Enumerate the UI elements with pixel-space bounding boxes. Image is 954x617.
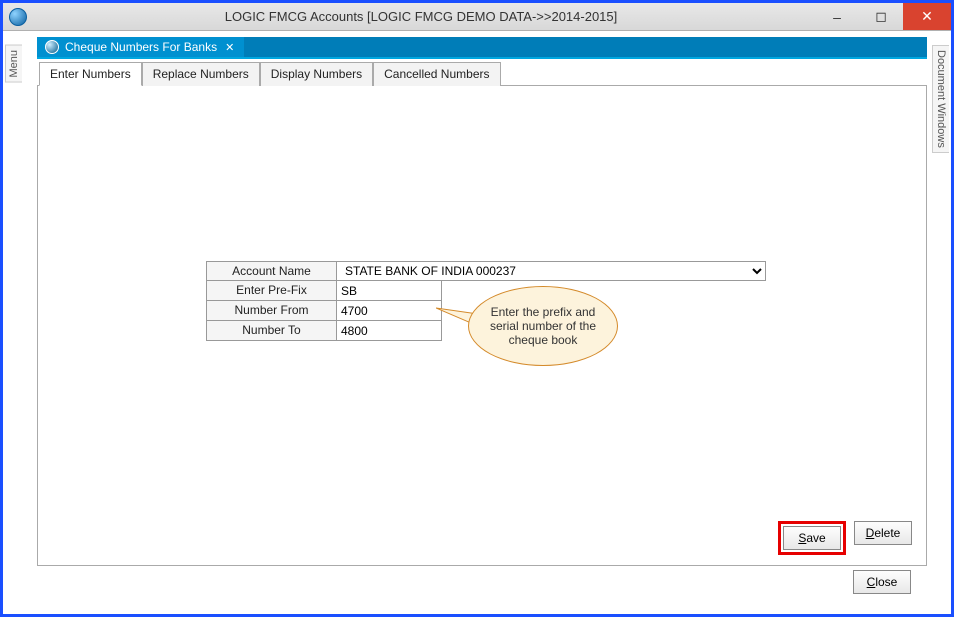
- document-tab-bar: Cheque Numbers For Banks ✕: [37, 37, 927, 59]
- number-from-input[interactable]: [336, 301, 442, 321]
- tab-replace-numbers[interactable]: Replace Numbers: [142, 62, 260, 86]
- tab-cancelled-numbers[interactable]: Cancelled Numbers: [373, 62, 500, 86]
- tab-enter-numbers[interactable]: Enter Numbers: [39, 62, 142, 86]
- delete-button[interactable]: Delete: [854, 521, 912, 545]
- label-number-from: Number From: [206, 301, 336, 321]
- save-button[interactable]: Save: [783, 526, 841, 550]
- maximize-button[interactable]: ◻: [859, 3, 903, 30]
- document-tab-close-icon[interactable]: ✕: [223, 41, 236, 54]
- label-account-name: Account Name: [206, 261, 336, 281]
- close-button[interactable]: Close: [853, 570, 911, 594]
- tab-display-numbers[interactable]: Display Numbers: [260, 62, 373, 86]
- number-to-input[interactable]: [336, 321, 442, 341]
- callout-bubble: Enter the prefix and serial number of th…: [468, 286, 618, 366]
- prefix-input[interactable]: [336, 281, 442, 301]
- window-close-button[interactable]: ✕: [903, 3, 951, 30]
- callout: Enter the prefix and serial number of th…: [428, 286, 618, 372]
- label-prefix: Enter Pre-Fix: [206, 281, 336, 301]
- tab-panel-enter-numbers: Account Name STATE BANK OF INDIA 000237 …: [37, 86, 927, 566]
- app-icon: [9, 8, 27, 26]
- inner-tabs: Enter Numbers Replace Numbers Display Nu…: [37, 61, 927, 86]
- document-tab-label: Cheque Numbers For Banks: [65, 40, 217, 54]
- label-number-to: Number To: [206, 321, 336, 341]
- document-tab-cheque-numbers[interactable]: Cheque Numbers For Banks ✕: [37, 37, 244, 57]
- window-controls: – ◻ ✕: [815, 3, 951, 30]
- panel-buttons: Save Delete: [778, 521, 912, 555]
- app-window: LOGIC FMCG Accounts [LOGIC FMCG DEMO DAT…: [0, 0, 954, 617]
- sidebar-document-windows-toggle[interactable]: Document Windows: [932, 45, 949, 153]
- window-title: LOGIC FMCG Accounts [LOGIC FMCG DEMO DAT…: [27, 9, 815, 24]
- document-tab-icon: [45, 40, 59, 54]
- save-highlight: Save: [778, 521, 846, 555]
- minimize-button[interactable]: –: [815, 3, 859, 30]
- titlebar: LOGIC FMCG Accounts [LOGIC FMCG DEMO DAT…: [3, 3, 951, 31]
- sidebar-menu-toggle[interactable]: Menu: [5, 45, 22, 83]
- account-name-select[interactable]: STATE BANK OF INDIA 000237: [336, 261, 766, 281]
